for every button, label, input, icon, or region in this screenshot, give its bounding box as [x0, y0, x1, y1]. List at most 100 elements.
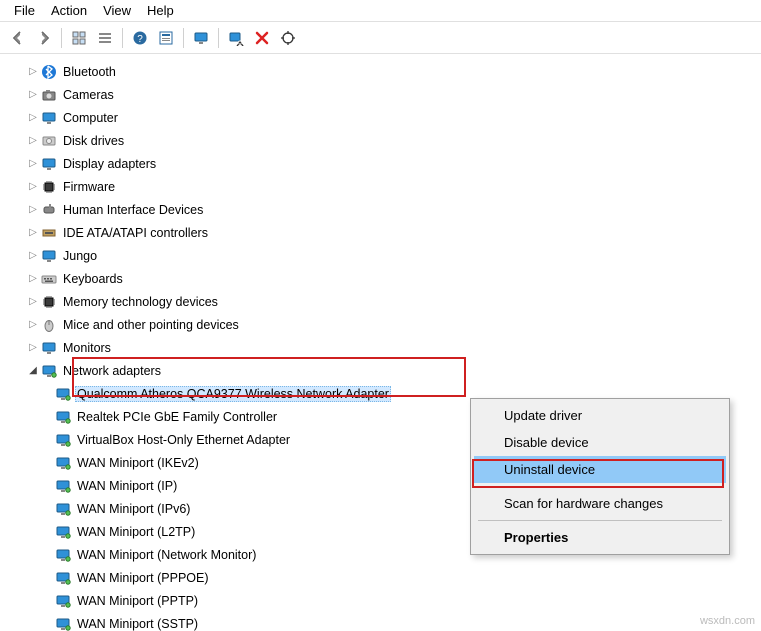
help-icon: [132, 30, 148, 46]
expander-icon[interactable]: ▷: [26, 249, 40, 263]
tree-category[interactable]: ▷ Bluetooth: [8, 60, 761, 83]
keyboard-icon: [40, 270, 58, 288]
tree-category-label: Memory technology devices: [61, 294, 220, 310]
expander-icon[interactable]: ▷: [26, 272, 40, 286]
tree-category-network-adapters[interactable]: ◢ Network adapters: [8, 359, 761, 382]
tree-category[interactable]: ▷ Firmware: [8, 175, 761, 198]
expander-icon[interactable]: ▷: [26, 157, 40, 171]
context-scan-hardware[interactable]: Scan for hardware changes: [474, 490, 726, 517]
nic-icon: [54, 615, 72, 631]
expander-icon[interactable]: ▷: [26, 203, 40, 217]
tree-category[interactable]: ▷ Cameras: [8, 83, 761, 106]
context-uninstall-device[interactable]: Uninstall device: [474, 456, 726, 483]
scan-hardware-button[interactable]: [276, 26, 300, 50]
tree-category[interactable]: ▷ Mice and other pointing devices: [8, 313, 761, 336]
tree-category[interactable]: ▷ Jungo: [8, 244, 761, 267]
ide-icon: [40, 224, 58, 242]
properties-button[interactable]: [154, 26, 178, 50]
nic-icon: [54, 500, 72, 518]
expander-icon[interactable]: ▷: [26, 226, 40, 240]
disable-device-button[interactable]: [224, 26, 248, 50]
tree-category-label: Network adapters: [61, 363, 163, 379]
menu-view[interactable]: View: [95, 1, 139, 20]
tree-category[interactable]: ▷ Monitors: [8, 336, 761, 359]
tree-device[interactable]: WAN Miniport (SSTP): [8, 612, 761, 631]
expander-icon[interactable]: ▷: [26, 88, 40, 102]
expander-icon[interactable]: ▷: [26, 318, 40, 332]
monitor-icon: [40, 109, 58, 127]
tree-category[interactable]: ▷Human Interface Devices: [8, 198, 761, 221]
menubar: File Action View Help: [0, 0, 761, 22]
properties-icon: [158, 30, 174, 46]
nic-icon: [54, 408, 72, 426]
menu-help[interactable]: Help: [139, 1, 182, 20]
monitor-icon: [193, 30, 209, 46]
tree-category-label: Mice and other pointing devices: [61, 317, 241, 333]
tree-category[interactable]: ▷IDE ATA/ATAPI controllers: [8, 221, 761, 244]
tree-category[interactable]: ▷ Display adapters: [8, 152, 761, 175]
tree-category[interactable]: ▷ Memory technology devices: [8, 290, 761, 313]
arrow-right-icon: [36, 30, 52, 46]
monitor-icon: [40, 247, 58, 265]
tree-device[interactable]: WAN Miniport (PPTP): [8, 589, 761, 612]
nic-icon: [54, 477, 72, 495]
nic-icon: [54, 546, 72, 564]
hid-icon: [40, 201, 58, 219]
show-hide-tree-button[interactable]: [67, 26, 91, 50]
nic-icon: [54, 592, 72, 610]
nic-icon: [54, 431, 72, 449]
tree-device-label: WAN Miniport (IKEv2): [75, 455, 201, 471]
menu-file[interactable]: File: [6, 1, 43, 20]
tree-category[interactable]: ▷ Computer: [8, 106, 761, 129]
toolbar: [0, 22, 761, 54]
back-button[interactable]: [6, 26, 30, 50]
list-icon: [97, 30, 113, 46]
context-properties[interactable]: Properties: [474, 524, 726, 551]
uninstall-device-button[interactable]: [250, 26, 274, 50]
tree-device-label: WAN Miniport (Network Monitor): [75, 547, 258, 563]
forward-button[interactable]: [32, 26, 56, 50]
update-driver-button[interactable]: [189, 26, 213, 50]
expander-icon[interactable]: ▷: [26, 341, 40, 355]
tree-category[interactable]: ▷Disk drives: [8, 129, 761, 152]
watermark: wsxdn.com: [700, 615, 755, 627]
tree-category-label: Computer: [61, 110, 120, 126]
tree-category-label: Cameras: [61, 87, 116, 103]
scan-icon: [280, 30, 296, 46]
context-separator: [478, 520, 722, 521]
tree-device-label: WAN Miniport (IP): [75, 478, 179, 494]
expander-icon[interactable]: ▷: [26, 134, 40, 148]
tree-category[interactable]: ▷Keyboards: [8, 267, 761, 290]
tree-category-label: Firmware: [61, 179, 117, 195]
mouse-icon: [40, 316, 58, 334]
menu-action[interactable]: Action: [43, 1, 95, 20]
tree-category-label: Bluetooth: [61, 64, 118, 80]
disk-icon: [40, 132, 58, 150]
nic-icon: [40, 362, 58, 380]
chip-icon: [40, 293, 58, 311]
tree-device-label: Realtek PCIe GbE Family Controller: [75, 409, 279, 425]
nic-icon: [54, 569, 72, 587]
disable-icon: [228, 30, 244, 46]
context-update-driver[interactable]: Update driver: [474, 402, 726, 429]
tree-category-label: Jungo: [61, 248, 99, 264]
x-icon: [254, 30, 270, 46]
tree-device-label: WAN Miniport (SSTP): [75, 616, 200, 631]
expander-icon[interactable]: ▷: [26, 180, 40, 194]
expander-icon[interactable]: ▷: [26, 65, 40, 79]
tree-device[interactable]: WAN Miniport (PPPOE): [8, 566, 761, 589]
arrow-left-icon: [10, 30, 26, 46]
tree-device-label: WAN Miniport (PPTP): [75, 593, 200, 609]
help-button[interactable]: [128, 26, 152, 50]
monitor-icon: [40, 155, 58, 173]
expander-icon[interactable]: ◢: [26, 364, 40, 378]
context-disable-device[interactable]: Disable device: [474, 429, 726, 456]
context-separator: [478, 486, 722, 487]
view-list-button[interactable]: [93, 26, 117, 50]
tree-category-label: Display adapters: [61, 156, 158, 172]
tree-device-label: WAN Miniport (IPv6): [75, 501, 192, 517]
expander-icon[interactable]: ▷: [26, 295, 40, 309]
tree-category-label: Monitors: [61, 340, 113, 356]
expander-icon[interactable]: ▷: [26, 111, 40, 125]
monitor-icon: [40, 339, 58, 357]
